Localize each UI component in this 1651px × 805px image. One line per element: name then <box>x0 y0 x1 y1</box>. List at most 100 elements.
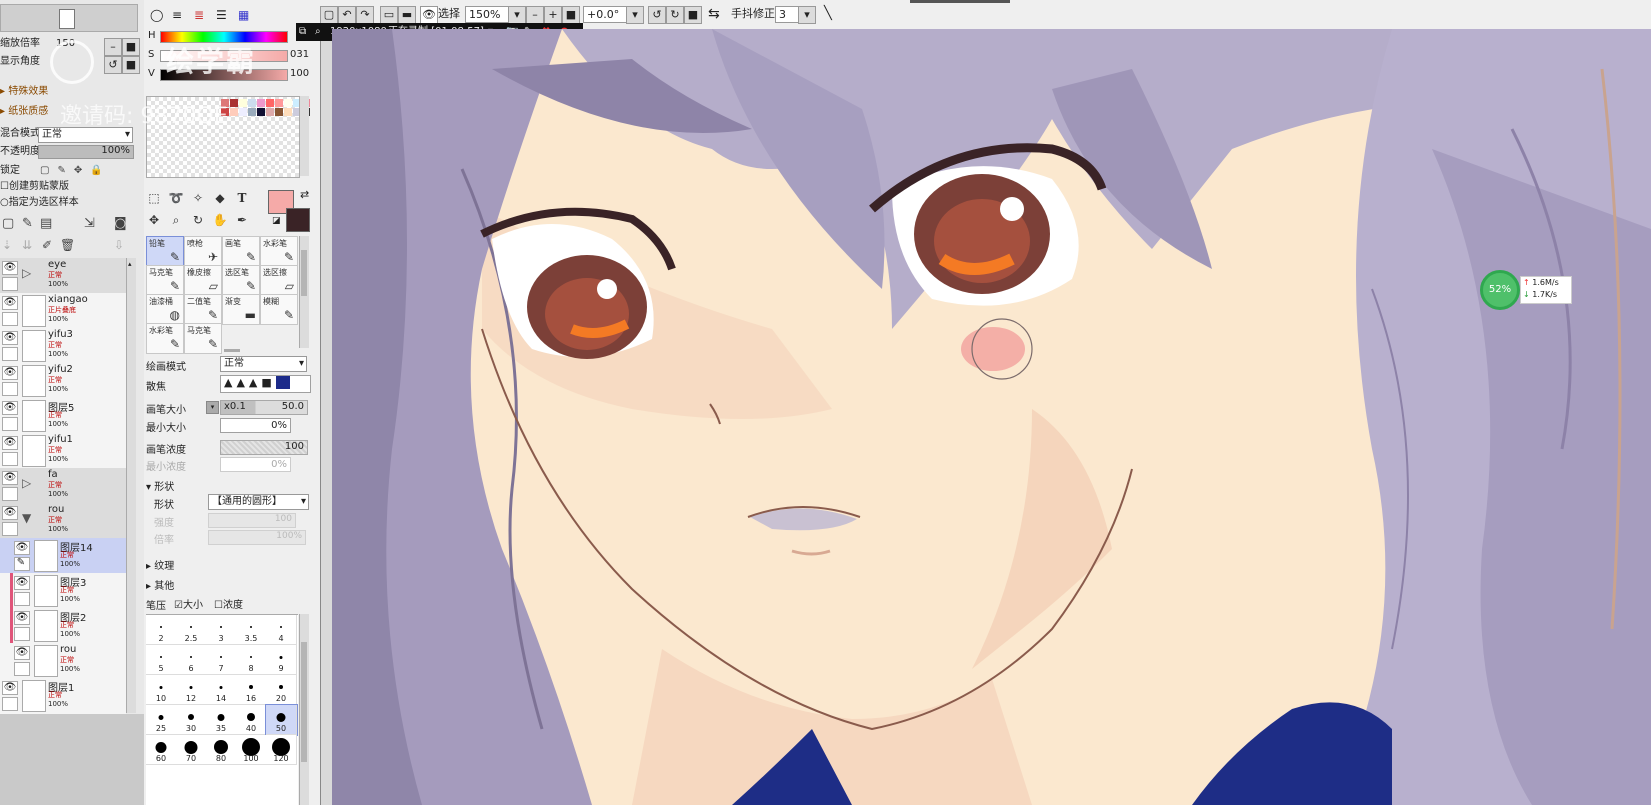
brush-size-cell[interactable]: 50 <box>265 704 298 736</box>
layer-mask-icon[interactable]: ◙ <box>114 216 127 231</box>
brush-slot[interactable]: 铅笔 ✎ <box>146 236 184 267</box>
brush-size-cell[interactable]: 9 <box>266 645 297 675</box>
layer-row[interactable]: 👁 xiangao 正片叠底 100% <box>0 293 126 330</box>
eyedropper-icon[interactable]: ✒ <box>234 212 250 228</box>
scroll-up-icon[interactable]: ▴ <box>128 260 134 268</box>
brush-size-cell[interactable]: 14 <box>206 675 237 705</box>
zoom-reset-button[interactable]: ■ <box>122 38 140 56</box>
brush-slot[interactable]: 二值笔 ✎ <box>184 294 222 325</box>
layer-select-checkbox[interactable] <box>2 382 18 396</box>
color-swatch[interactable] <box>248 99 256 107</box>
new-linework-icon[interactable]: ✎ <box>22 216 33 231</box>
color-swatch[interactable] <box>266 99 274 107</box>
new-folder-icon[interactable]: ▤ <box>40 216 52 231</box>
transfer-down-icon[interactable]: ⇲ <box>84 216 95 231</box>
brush-slot[interactable]: 橡皮擦 ▱ <box>184 265 222 296</box>
invert-selection-button[interactable]: ▬ <box>398 6 416 24</box>
brush-size-cell[interactable]: 20 <box>266 675 297 705</box>
brush-size-cell[interactable]: 35 <box>206 705 237 735</box>
network-monitor[interactable]: 52% ↑ 1.6M/s ↓ 1.7K/s <box>1478 268 1651 310</box>
rgb-slider-tab-icon[interactable]: ≡ <box>172 8 182 22</box>
brush-size-cell[interactable]: 8 <box>236 645 267 675</box>
rotate-left-button[interactable]: ↺ <box>104 56 122 74</box>
text-tool-icon[interactable]: T <box>234 190 250 206</box>
brush-size-cell[interactable]: 80 <box>206 735 237 765</box>
color-swatch[interactable] <box>230 99 238 107</box>
layer-row[interactable]: 👁 ▼ rou 正常 100% <box>0 503 126 540</box>
brush-size-cell[interactable]: 25 <box>146 705 177 735</box>
visibility-eye-icon[interactable]: 👁 <box>14 541 30 555</box>
rect-select-icon[interactable]: ⬚ <box>146 190 162 206</box>
swatch-scrollbar[interactable] <box>299 96 309 176</box>
layer-select-checkbox[interactable] <box>2 312 18 326</box>
scale-slider[interactable]: 100% <box>208 530 306 545</box>
brush-slot[interactable]: 马克笔 ✎ <box>146 265 184 296</box>
layer-row[interactable]: 👁 yifu1 正常 100% <box>0 433 126 470</box>
brush-slot[interactable]: 马克笔 ✎ <box>184 323 222 354</box>
brush-edge-selected[interactable]: ■ <box>275 376 291 389</box>
visibility-eye-icon[interactable]: 👁 <box>14 646 30 660</box>
chevron-down-icon[interactable]: ▾ <box>798 6 816 24</box>
zoom-tool-icon[interactable]: ⌕ <box>168 212 184 228</box>
layer-select-checkbox[interactable] <box>2 697 18 711</box>
lock-icons[interactable]: ▢✎✥🔒 <box>40 165 120 177</box>
visibility-eye-icon[interactable]: 👁 <box>14 576 30 590</box>
visibility-eye-icon[interactable]: 👁 <box>14 611 30 625</box>
layer-select-checkbox[interactable] <box>2 487 18 501</box>
hsv-slider-tab-icon[interactable]: ≣ <box>194 8 204 22</box>
visibility-eye-icon[interactable]: 👁 <box>2 506 18 520</box>
brush-slot[interactable]: 油漆桶 ◍ <box>146 294 184 325</box>
visibility-eye-icon[interactable]: 👁 <box>2 401 18 415</box>
folder-toggle-icon[interactable]: ▷ <box>22 476 31 490</box>
visibility-eye-icon[interactable]: 👁 <box>2 261 18 275</box>
panel-splitter[interactable] <box>224 349 240 352</box>
color-swatch[interactable] <box>266 108 274 116</box>
layer-row[interactable]: 👁 rou 正常 100% <box>0 643 126 680</box>
brush-slot[interactable]: 模糊 ✎ <box>260 294 298 325</box>
chevron-down-icon[interactable]: ▾ <box>626 6 644 24</box>
brush-size-cell[interactable]: 60 <box>146 735 177 765</box>
layer-row[interactable]: 👁 yifu3 正常 100% <box>0 328 126 365</box>
draw-mode-select[interactable]: 正常 ▾ <box>220 356 307 372</box>
texture-section[interactable]: ▸ 纹理 <box>146 557 174 572</box>
navigator-preview[interactable] <box>0 4 138 32</box>
brush-slot[interactable]: 选区擦 ▱ <box>260 265 298 296</box>
color-swatch[interactable] <box>239 99 247 107</box>
color-swatch[interactable] <box>284 108 292 116</box>
move-icon[interactable]: ✥ <box>146 212 162 228</box>
brush-scrollbar[interactable] <box>299 236 309 348</box>
brush-size-cell[interactable]: 3 <box>206 615 237 645</box>
brush-size-cell[interactable]: 6 <box>176 645 207 675</box>
strength-slider[interactable]: 100 <box>208 513 296 528</box>
window-icon[interactable]: ⧉ <box>299 23 306 41</box>
color-swatch[interactable] <box>239 108 247 116</box>
size-grid-scroll-thumb[interactable] <box>301 642 307 762</box>
new-layer-icon[interactable]: ▢ <box>2 216 14 231</box>
clear-layer-icon[interactable]: ✐ <box>42 238 52 252</box>
selection-source-option[interactable]: ○指定为选区样本 <box>0 195 79 211</box>
magic-wand-icon[interactable]: ✧ <box>190 190 206 206</box>
brush-size-cell[interactable]: 7 <box>206 645 237 675</box>
merge-down-icon[interactable]: ⇊ <box>22 238 32 252</box>
visibility-eye-icon[interactable]: 👁 <box>2 296 18 310</box>
brush-size-cell[interactable]: 40 <box>236 705 267 735</box>
palette-tab-icon[interactable]: ▦ <box>238 8 249 22</box>
color-swatch[interactable] <box>230 108 238 116</box>
pressure-size-option[interactable]: ☑大小 <box>174 596 203 611</box>
brush-slot[interactable]: 选区笔 ✎ <box>222 265 260 296</box>
drawing-canvas[interactable] <box>332 29 1651 805</box>
brush-size-cell[interactable]: 30 <box>176 705 207 735</box>
brush-size-cell[interactable]: 100 <box>236 735 267 765</box>
selection-visibility-icon[interactable]: 👁 <box>420 6 438 24</box>
brush-scroll-thumb[interactable] <box>301 250 307 296</box>
hand-tool-icon[interactable]: ✋ <box>212 212 228 228</box>
folder-toggle-icon[interactable]: ▷ <box>22 266 31 280</box>
layer-select-checkbox[interactable] <box>14 662 30 676</box>
rotate-reset-button[interactable]: ■ <box>684 6 702 24</box>
layer-scrollbar[interactable]: ▴ <box>126 258 136 713</box>
zoom-out-button[interactable]: – <box>104 38 122 56</box>
opacity-slider[interactable]: 100% <box>38 145 134 159</box>
folder-toggle-icon[interactable]: ▼ <box>22 511 31 525</box>
layer-select-checkbox[interactable] <box>2 522 18 536</box>
color-swatch[interactable] <box>248 108 256 116</box>
